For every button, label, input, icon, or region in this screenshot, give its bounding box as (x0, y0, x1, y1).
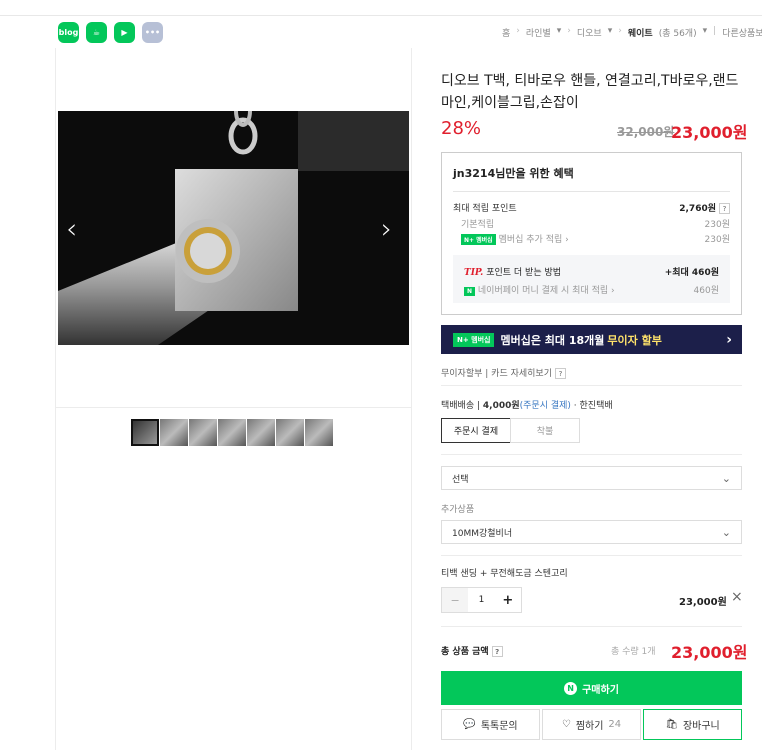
npay-value: 460원 (693, 286, 719, 296)
breadcrumb-level1[interactable]: 라인별 (526, 26, 551, 39)
thumbnail[interactable] (189, 419, 217, 446)
decrease-button[interactable]: − (442, 588, 469, 612)
benefit-heading: jn3214님만을 위한 혜택 (453, 167, 574, 180)
center-border (411, 48, 412, 750)
thumbnail[interactable] (218, 419, 246, 446)
thumbnail[interactable] (160, 419, 188, 446)
banner-text: 멤버십은 최대 18개월 (500, 333, 605, 347)
cart-icon: 🛍 (665, 719, 678, 730)
selected-item-name: 티백 샌딩 + 무전해도금 스텐고리 (441, 569, 568, 579)
naverpay-icon: N (564, 681, 578, 695)
npay-label[interactable]: 네이버페이 머니 결제 시 최대 적립 (478, 286, 608, 296)
tab-pay-on-order[interactable]: 주문시 결제 (441, 418, 511, 443)
thumb-divider (55, 407, 411, 408)
option-select[interactable]: 선택 ⌄ (441, 466, 742, 490)
heart-icon: ♡ (561, 719, 571, 730)
cafe-icon[interactable]: ☕ (86, 22, 107, 43)
tip-box: TIP. 포인트 더 받는 방법 +최대 460원 N 네이버페이 머니 결제 … (453, 255, 730, 303)
max-point-value: 2,760원 (679, 204, 716, 214)
total-label: 총 상품 금액 (441, 647, 489, 657)
benefit-box: jn3214님만을 위한 혜택 최대 적립 포인트 2,760원? 기본적립 2… (441, 152, 742, 315)
tip-label: TIP. (464, 268, 484, 278)
total-price: 23,000원 (671, 643, 748, 662)
product-image (58, 111, 409, 345)
product-title: 디오브 T백, 티바로우 핸들, 연결고리,T바로우,랜드마인,케이블그립,손잡… (441, 73, 739, 111)
tip-value: +최대 460원 (664, 268, 719, 278)
chat-icon: 💬 (463, 719, 476, 730)
prev-image-icon[interactable]: ‹ (66, 212, 77, 245)
membership-badge: N+ 멤버십 (461, 234, 496, 245)
help-icon[interactable]: ? (555, 368, 566, 379)
basic-point-label: 기본적립 (461, 220, 495, 230)
help-icon[interactable]: ? (719, 203, 730, 214)
delivery-label: 택배배송 (441, 401, 475, 411)
next-image-icon[interactable]: › (381, 212, 392, 245)
selected-item-price: 23,000원 (679, 597, 727, 608)
addon-label: 추가상품 (441, 505, 475, 515)
chevron-right-icon: › (726, 331, 732, 348)
option-select-value: 선택 (452, 474, 469, 485)
sale-price: 23,000원 (671, 123, 748, 142)
max-point-label: 최대 적립 포인트 (453, 204, 517, 214)
thumbnail[interactable] (247, 419, 275, 446)
delivery-fee: 4,000원 (482, 401, 520, 411)
tab-cash-on-delivery[interactable]: 착불 (510, 418, 580, 443)
quantity-stepper: − 1 + (441, 587, 522, 613)
divider (441, 626, 742, 627)
share-icons: blog ☕ ▶ ••• (58, 22, 163, 43)
breadcrumb-count: (총 56개) (658, 29, 697, 39)
membership-banner[interactable]: N+ 멤버십 멤버십은 최대 18개월 무이자 할부 › (441, 325, 742, 354)
quantity-value[interactable]: 1 (468, 588, 494, 612)
breadcrumb-home[interactable]: 홈 (502, 26, 510, 39)
tip-text: 포인트 더 받는 방법 (486, 268, 562, 278)
remove-icon[interactable]: × (731, 589, 743, 605)
membership-point-label[interactable]: 멤버십 추가 적립 (499, 235, 563, 245)
addon-select[interactable]: 10MM강철비너 ⌄ (441, 520, 742, 544)
installment-label: 무이자할부 (441, 369, 483, 379)
addon-select-value: 10MM강철비너 (452, 528, 513, 539)
card-detail-link[interactable]: 카드 자세히보기 (491, 369, 552, 379)
top-divider (0, 15, 762, 16)
thumbnail-strip (131, 419, 333, 446)
thumbnail[interactable] (305, 419, 333, 446)
banner-highlight: 무이자 할부 (607, 333, 662, 347)
original-price: 32,000원 (617, 125, 675, 139)
membership-point-value: 230원 (704, 235, 730, 245)
more-icon[interactable]: ••• (142, 22, 163, 43)
cart-button[interactable]: 🛍 장바구니 (643, 709, 742, 740)
divider (441, 385, 742, 386)
basic-point-value: 230원 (704, 220, 730, 230)
increase-button[interactable]: + (495, 588, 521, 612)
help-icon[interactable]: ? (491, 646, 503, 657)
breadcrumb: 홈› 라인별▾› 디오브▾› 웨이트(총 56개)▾| 다른상품보기 (502, 26, 762, 39)
npay-icon: N (464, 287, 476, 296)
wish-count: 24 (608, 719, 622, 730)
buy-button[interactable]: N 구매하기 (441, 671, 742, 705)
blog-icon[interactable]: blog (58, 22, 79, 43)
left-border (55, 48, 56, 750)
divider (441, 454, 742, 455)
thumbnail[interactable] (131, 419, 159, 446)
breadcrumb-level3[interactable]: 웨이트 (628, 26, 653, 39)
membership-banner-badge: N+ 멤버십 (453, 332, 495, 347)
wish-label: 찜하기 (575, 721, 604, 732)
buy-label: 구매하기 (582, 684, 619, 696)
delivery-company: 한진택배 (579, 401, 613, 411)
bookmark-icon[interactable]: ▶ (114, 22, 135, 43)
wish-button[interactable]: ♡ 찜하기 24 (542, 709, 641, 740)
breadcrumb-level2[interactable]: 디오브 (577, 26, 602, 39)
chevron-down-icon: ⌄ (721, 526, 731, 539)
chevron-down-icon: ⌄ (721, 472, 731, 485)
talk-button[interactable]: 💬 톡톡문의 (441, 709, 540, 740)
benefit-divider (453, 191, 730, 192)
thumbnail[interactable] (276, 419, 304, 446)
total-quantity: 총 수량 1개 (611, 647, 656, 657)
discount-rate: 28% (441, 118, 482, 139)
talk-label: 톡톡문의 (480, 721, 518, 732)
delivery-fee-note: (주문시 결제) (519, 401, 571, 411)
divider (441, 555, 742, 556)
other-products-link[interactable]: 다른상품보기 (722, 26, 762, 39)
cart-label: 장바구니 (682, 721, 720, 732)
